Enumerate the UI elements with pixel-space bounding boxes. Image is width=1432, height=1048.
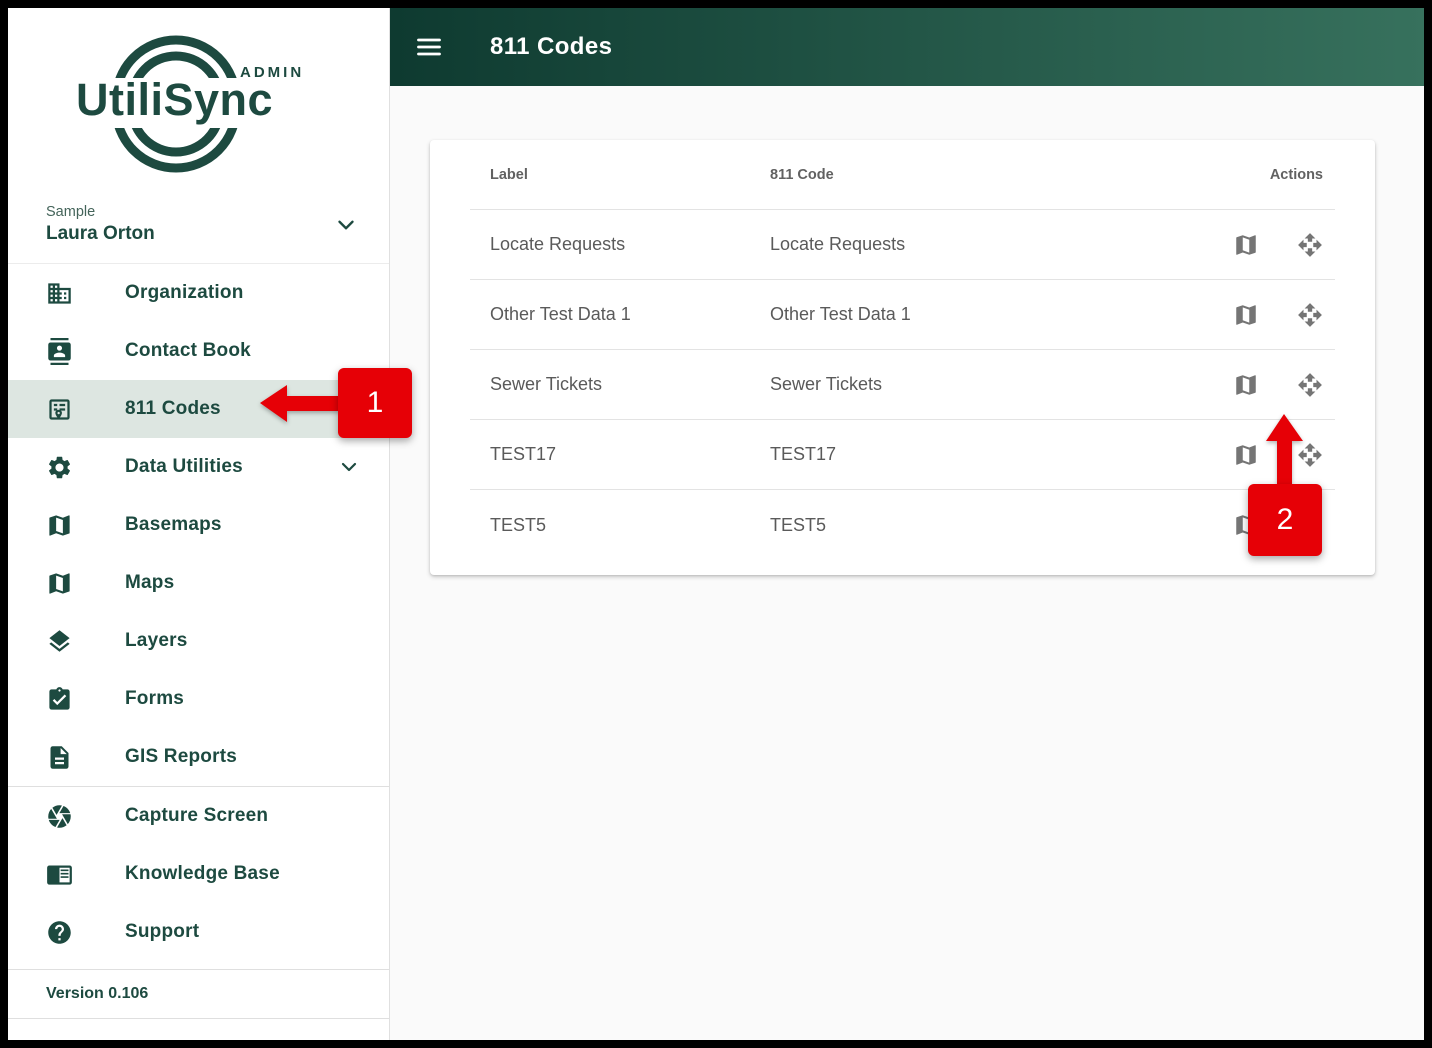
app-header: 811 Codes bbox=[390, 8, 1424, 86]
list-location-icon bbox=[46, 396, 73, 423]
move-arrows-icon bbox=[1297, 302, 1323, 328]
row-label: TEST17 bbox=[490, 444, 557, 464]
sidebar-item-maps[interactable]: Maps bbox=[8, 554, 389, 612]
map-icon bbox=[1233, 372, 1259, 398]
sidebar-nav: Organization Contact Book 811 Codes Data… bbox=[8, 264, 389, 961]
sidebar: ADMIN UtiliSync Sample Laura Orton Organ… bbox=[8, 8, 390, 1040]
gear-icon bbox=[46, 454, 73, 481]
map-icon bbox=[1233, 442, 1259, 468]
sidebar-item-label: Capture Screen bbox=[125, 805, 269, 826]
sidebar-item-capture-screen[interactable]: Capture Screen bbox=[8, 787, 389, 845]
basemap-icon bbox=[46, 512, 73, 539]
sidebar-item-support[interactable]: Support bbox=[8, 903, 389, 961]
move-action-button[interactable] bbox=[1297, 372, 1323, 398]
row-actions bbox=[1173, 232, 1323, 258]
codes-table-card: Label 811 Code Actions Locate Requests L… bbox=[430, 140, 1375, 575]
table-header-row: Label 811 Code Actions bbox=[470, 140, 1335, 210]
shutter-icon bbox=[46, 803, 73, 830]
row-811-code: TEST5 bbox=[770, 514, 827, 535]
map-action-button[interactable] bbox=[1233, 302, 1259, 328]
contact-card-icon bbox=[46, 338, 73, 365]
page-title: 811 Codes bbox=[490, 33, 613, 60]
sidebar-item-forms[interactable]: Forms bbox=[8, 670, 389, 728]
sidebar-item-data-utilities[interactable]: Data Utilities bbox=[8, 438, 389, 496]
sidebar-item-contact-book[interactable]: Contact Book bbox=[8, 322, 389, 380]
map-icon bbox=[1233, 302, 1259, 328]
move-action-button[interactable] bbox=[1297, 302, 1323, 328]
row-811-code: TEST17 bbox=[770, 444, 837, 464]
column-header-label: Label bbox=[490, 166, 528, 183]
sidebar-item-label: Data Utilities bbox=[125, 456, 243, 477]
account-user-name: Laura Orton bbox=[46, 223, 155, 244]
table-row: Locate Requests Locate Requests bbox=[470, 210, 1335, 280]
row-label: TEST5 bbox=[490, 514, 547, 535]
brand-name: UtiliSync bbox=[76, 74, 274, 125]
annotation-step-2-number: 2 bbox=[1276, 503, 1294, 536]
account-switcher[interactable]: Sample Laura Orton bbox=[8, 186, 389, 264]
sidebar-item-label: Maps bbox=[125, 572, 175, 593]
map-icon bbox=[1233, 232, 1259, 258]
sidebar-item-label: Support bbox=[125, 921, 200, 942]
row-811-code: Sewer Tickets bbox=[770, 374, 883, 394]
map-icon bbox=[46, 570, 73, 597]
account-org: Sample bbox=[46, 204, 96, 220]
chevron-down-icon bbox=[333, 212, 359, 238]
content-area: Label 811 Code Actions Locate Requests L… bbox=[390, 86, 1424, 1040]
table-row: TEST17 TEST17 bbox=[470, 420, 1335, 490]
row-actions bbox=[1173, 302, 1323, 328]
column-header-811-code: 811 Code bbox=[770, 166, 834, 183]
map-action-button[interactable] bbox=[1233, 442, 1259, 468]
layers-icon bbox=[46, 628, 73, 655]
sidebar-item-label: Layers bbox=[125, 630, 188, 651]
sidebar-item-label: Knowledge Base bbox=[125, 863, 280, 884]
version-label: Version 0.106 bbox=[8, 969, 389, 1019]
sidebar-item-layers[interactable]: Layers bbox=[8, 612, 389, 670]
move-action-button[interactable] bbox=[1297, 232, 1323, 258]
sidebar-item-gis-reports[interactable]: GIS Reports bbox=[8, 728, 389, 786]
sidebar-item-label: GIS Reports bbox=[125, 746, 237, 767]
move-arrows-icon bbox=[1297, 372, 1323, 398]
row-label: Other Test Data 1 bbox=[490, 304, 631, 324]
menu-toggle-button[interactable] bbox=[415, 33, 443, 61]
document-icon bbox=[46, 744, 73, 771]
help-icon bbox=[46, 919, 73, 946]
table-row: Other Test Data 1 Other Test Data 1 bbox=[470, 280, 1335, 350]
table-row: Sewer Tickets Sewer Tickets bbox=[470, 350, 1335, 420]
sidebar-item-label: Contact Book bbox=[125, 340, 251, 361]
annotation-arrow-2 bbox=[1266, 414, 1303, 486]
chevron-down-icon bbox=[337, 455, 361, 479]
annotation-step-1: 1 bbox=[338, 368, 412, 438]
brand-logo: ADMIN UtiliSync bbox=[8, 8, 389, 186]
annotation-step-1-number: 1 bbox=[366, 386, 384, 419]
row-label: Locate Requests bbox=[490, 234, 626, 254]
sidebar-item-knowledge-base[interactable]: Knowledge Base bbox=[8, 845, 389, 903]
map-action-button[interactable] bbox=[1233, 372, 1259, 398]
app-window: ADMIN UtiliSync Sample Laura Orton Organ… bbox=[0, 0, 1432, 1048]
sidebar-item-label: Basemaps bbox=[125, 514, 222, 535]
row-811-code: Other Test Data 1 bbox=[770, 304, 911, 324]
hamburger-icon bbox=[415, 33, 443, 61]
column-header-actions: Actions bbox=[1269, 166, 1323, 183]
annotation-step-2: 2 bbox=[1248, 484, 1322, 556]
annotation-arrow-1 bbox=[260, 385, 340, 422]
move-arrows-icon bbox=[1297, 232, 1323, 258]
row-actions bbox=[1173, 372, 1323, 398]
table-row: TEST5 TEST5 bbox=[470, 490, 1335, 560]
sidebar-item-organization[interactable]: Organization bbox=[8, 264, 389, 322]
sidebar-item-label: Organization bbox=[125, 282, 244, 303]
sidebar-item-label: Forms bbox=[125, 688, 185, 709]
row-label: Sewer Tickets bbox=[490, 374, 603, 394]
reader-icon bbox=[46, 861, 73, 888]
row-811-code: Locate Requests bbox=[770, 234, 906, 254]
sidebar-item-basemaps[interactable]: Basemaps bbox=[8, 496, 389, 554]
sidebar-item-label: 811 Codes bbox=[125, 398, 221, 419]
clipboard-check-icon bbox=[46, 686, 73, 713]
map-action-button[interactable] bbox=[1233, 232, 1259, 258]
building-icon bbox=[46, 280, 73, 307]
